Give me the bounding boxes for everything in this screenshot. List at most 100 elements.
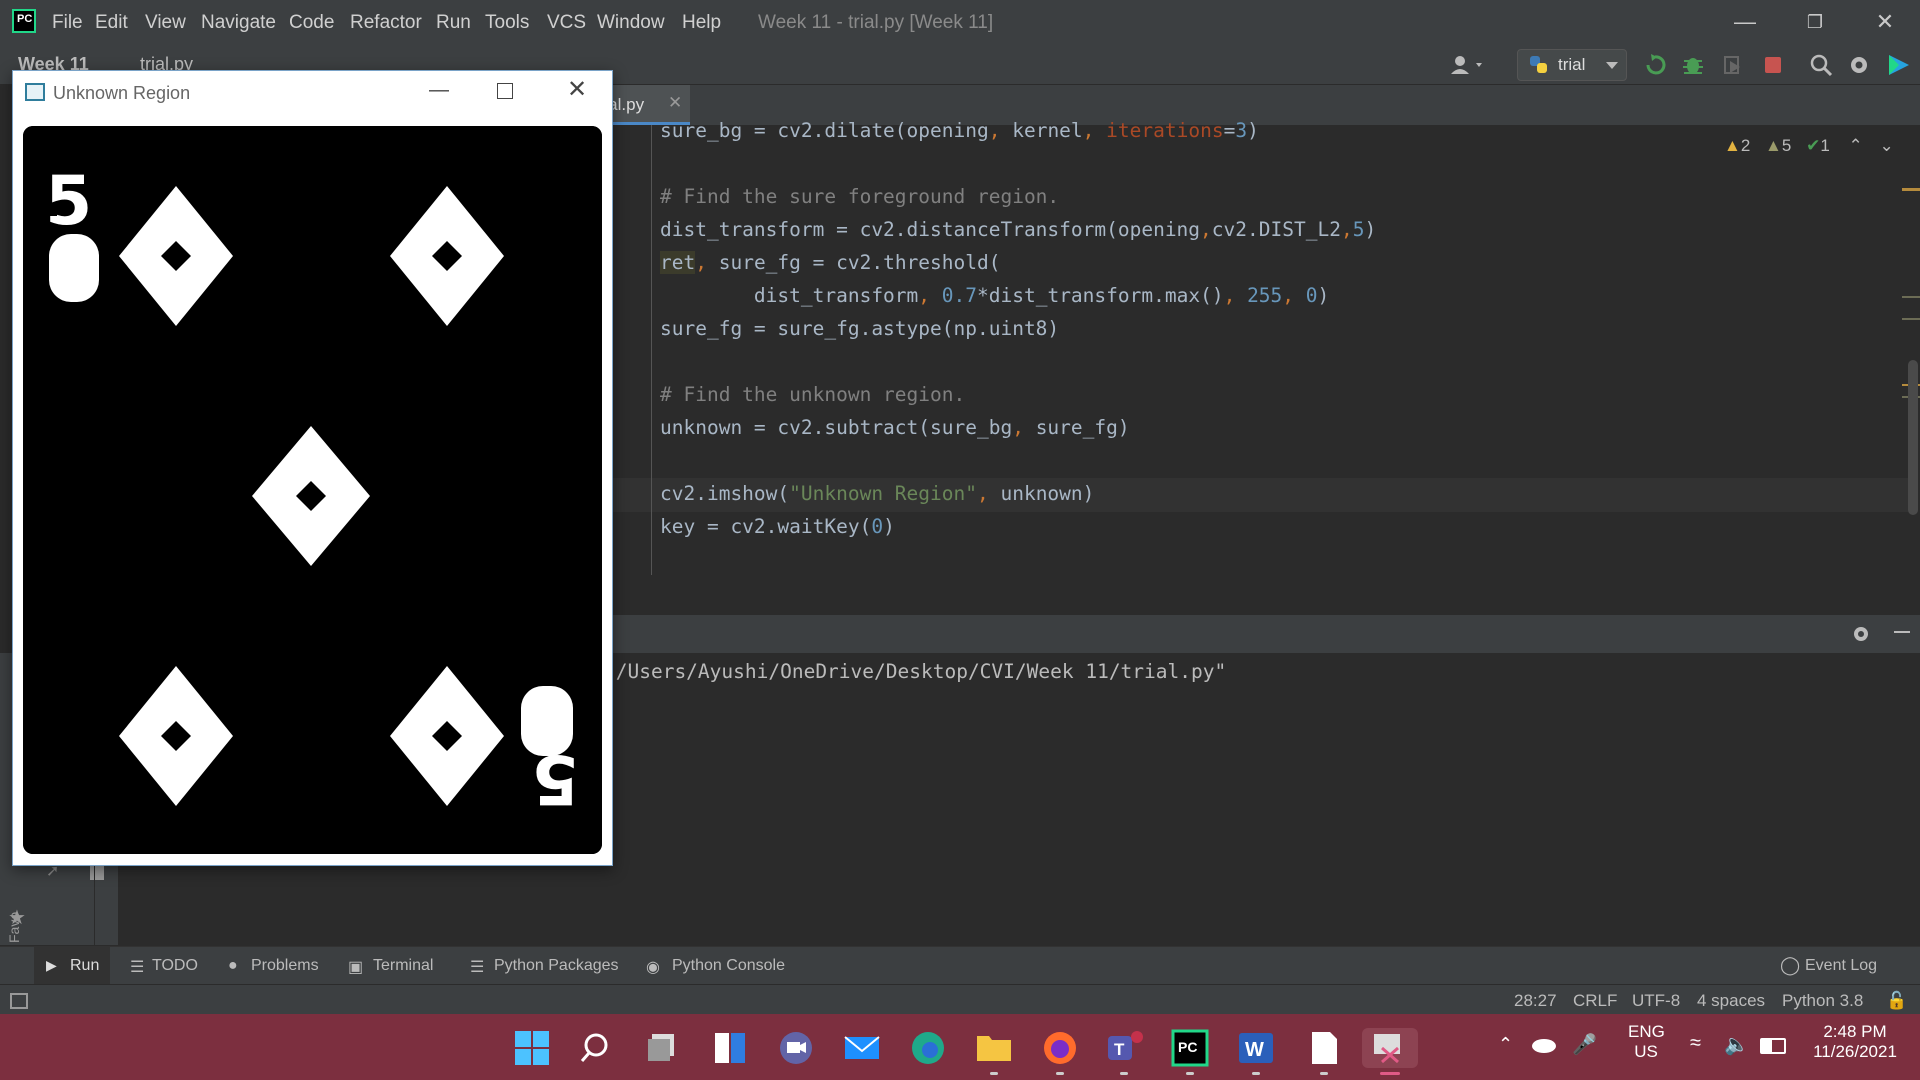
tool-tab-event-log[interactable]: Event Log: [1805, 957, 1877, 975]
line-separator[interactable]: CRLF: [1573, 991, 1617, 1011]
opencv-window-title-bar[interactable]: Unknown Region — ✕: [13, 71, 612, 115]
opencv-image-window[interactable]: Unknown Region — ✕ 5 5: [12, 70, 613, 866]
tool-tab-run[interactable]: ▶ Run: [34, 947, 110, 985]
app-running-indicator: [1320, 1072, 1328, 1075]
error-stripe-mark[interactable]: [1902, 296, 1920, 298]
pycharm-logo-icon[interactable]: PC: [12, 9, 36, 33]
code-line[interactable]: sure_fg = sure_fg.astype(np.uint8): [660, 317, 1059, 340]
svg-text:T: T: [1114, 1040, 1125, 1059]
menu-vcs[interactable]: VCS: [547, 12, 586, 34]
debug-icon[interactable]: [1680, 52, 1706, 78]
menu-tools[interactable]: Tools: [485, 12, 529, 34]
menu-edit[interactable]: Edit: [95, 12, 128, 34]
file-encoding[interactable]: UTF-8: [1632, 991, 1680, 1011]
code-line[interactable]: dist_transform, 0.7*dist_transform.max()…: [660, 284, 1329, 307]
coverage-icon[interactable]: [1720, 52, 1746, 78]
run-settings-gear-icon[interactable]: [1850, 623, 1872, 650]
code-line[interactable]: unknown = cv2.subtract(sure_bg, sure_fg): [660, 416, 1130, 439]
battery-icon[interactable]: [1760, 1038, 1786, 1054]
prev-highlight-icon[interactable]: ⌃: [1849, 136, 1863, 155]
volume-icon[interactable]: 🔈: [1724, 1032, 1749, 1057]
start-windows-icon[interactable]: [512, 1028, 552, 1068]
menu-run[interactable]: Run: [436, 12, 471, 34]
code-line[interactable]: cv2.imshow("Unknown Region", unknown): [660, 482, 1094, 505]
search-icon[interactable]: [1808, 52, 1834, 78]
ide-title-bar: PC File Edit View Navigate Code Refactor…: [0, 0, 1920, 44]
tab-close-icon[interactable]: ✕: [668, 93, 682, 113]
code-line[interactable]: # Find the sure foreground region.: [660, 185, 1059, 208]
restore-button[interactable]: ❐: [1790, 6, 1840, 38]
edge-browser-icon[interactable]: [908, 1028, 948, 1068]
menu-window[interactable]: Window: [597, 12, 665, 34]
jetbrains-toolbox-icon[interactable]: [1886, 52, 1912, 78]
firefox-icon[interactable]: [1040, 1028, 1080, 1068]
todo-list-icon: ☰: [130, 959, 145, 976]
teams-icon[interactable]: T: [1104, 1028, 1144, 1068]
app-running-indicator: [1120, 1072, 1128, 1075]
app-running-indicator: [1186, 1072, 1194, 1075]
user-icon[interactable]: [1448, 52, 1482, 78]
code-line[interactable]: # Find the unknown region.: [660, 383, 965, 406]
language-secondary: US: [1634, 1042, 1658, 1061]
clock-time: 2:48 PM: [1823, 1022, 1887, 1041]
menu-navigate[interactable]: Navigate: [201, 12, 276, 34]
settings-gear-icon[interactable]: [1846, 52, 1872, 78]
language-primary: ENG: [1628, 1022, 1665, 1041]
inspection-widget[interactable]: ▲2 ▲5 ✔1 ⌃ ⌄: [1724, 136, 1894, 156]
menu-view[interactable]: View: [145, 12, 186, 34]
packages-icon: ☰: [470, 959, 485, 976]
editor-scrollbar[interactable]: [1908, 360, 1918, 515]
search-icon[interactable]: [578, 1028, 618, 1068]
minimize-button[interactable]: —: [1720, 6, 1770, 38]
menu-refactor[interactable]: Refactor: [350, 12, 422, 34]
stop-icon[interactable]: [1760, 52, 1786, 78]
tool-tab-python-packages[interactable]: Python Packages: [494, 957, 619, 975]
rerun-icon[interactable]: [1642, 52, 1668, 78]
show-hidden-icons-icon[interactable]: ⌃: [1498, 1034, 1513, 1055]
tool-tab-python-console[interactable]: Python Console: [672, 957, 785, 975]
indent-setting[interactable]: 4 spaces: [1697, 991, 1765, 1011]
opencv-maximize-button[interactable]: [497, 83, 513, 99]
code-line[interactable]: sure_bg = cv2.dilate(opening, kernel, it…: [660, 119, 1259, 142]
wifi-icon[interactable]: ≈: [1690, 1032, 1701, 1055]
code-line[interactable]: key = cv2.waitKey(0): [660, 515, 895, 538]
language-indicator[interactable]: ENG US: [1628, 1022, 1665, 1062]
menu-file[interactable]: File: [52, 12, 83, 34]
menu-code[interactable]: Code: [289, 12, 334, 34]
pycharm-taskbar-icon[interactable]: PC: [1170, 1028, 1210, 1068]
window-app-icon: [25, 83, 45, 101]
widgets-icon[interactable]: [710, 1028, 750, 1068]
onedrive-cloud-icon[interactable]: [1530, 1034, 1558, 1059]
microphone-icon[interactable]: 🎤: [1572, 1032, 1597, 1057]
tool-tab-terminal[interactable]: Terminal: [373, 957, 433, 975]
favorites-star-icon[interactable]: ★: [8, 905, 26, 930]
next-highlight-icon[interactable]: ⌄: [1880, 136, 1894, 155]
tool-tab-problems[interactable]: Problems: [251, 957, 319, 975]
code-line[interactable]: dist_transform = cv2.distanceTransform(o…: [660, 218, 1376, 241]
snipping-tool-icon[interactable]: [1362, 1028, 1418, 1068]
tool-tab-run-label: Run: [70, 957, 100, 974]
task-view-icon[interactable]: [644, 1028, 684, 1068]
toggle-tool-windows-icon[interactable]: [10, 993, 28, 1009]
run-config-select[interactable]: trial: [1517, 49, 1627, 81]
stop-process-icon[interactable]: [90, 866, 104, 880]
word-icon[interactable]: W: [1236, 1028, 1276, 1068]
interpreter-setting[interactable]: Python 3.8: [1782, 991, 1863, 1011]
clock[interactable]: 2:48 PM 11/26/2021: [1800, 1022, 1910, 1062]
caret-position[interactable]: 28:27: [1514, 991, 1557, 1011]
code-line[interactable]: ret, sure_fg = cv2.threshold(: [660, 251, 1000, 274]
problems-icon: ●: [228, 957, 238, 974]
menu-help[interactable]: Help: [682, 12, 721, 34]
hide-panel-icon[interactable]: [1894, 631, 1910, 633]
opencv-minimize-button[interactable]: —: [429, 79, 449, 102]
opencv-close-button[interactable]: ✕: [567, 75, 587, 104]
tool-tab-todo[interactable]: TODO: [152, 957, 198, 975]
file-explorer-icon[interactable]: [974, 1028, 1014, 1068]
error-stripe-mark[interactable]: [1902, 188, 1920, 191]
close-button[interactable]: ✕: [1860, 6, 1910, 38]
teams-chat-icon[interactable]: [776, 1028, 816, 1068]
error-stripe-mark[interactable]: [1902, 318, 1920, 320]
mail-icon[interactable]: [842, 1028, 882, 1068]
notepad-icon[interactable]: [1304, 1028, 1344, 1068]
lock-icon[interactable]: 🔓: [1886, 991, 1907, 1011]
